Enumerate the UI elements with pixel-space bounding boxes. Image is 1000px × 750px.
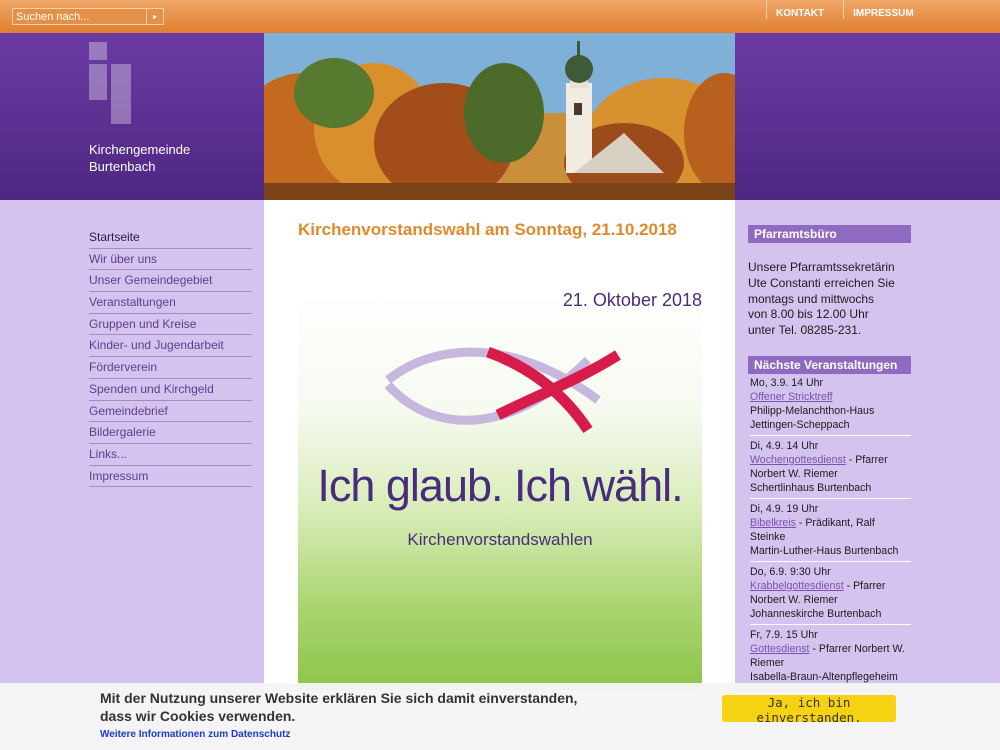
event-date: Di, 4.9. 14 Uhr — [750, 440, 819, 452]
event-link[interactable]: Bibelkreis — [750, 517, 796, 529]
event-title-line: Wochengottesdienst - Pfarrer Norbert W. … — [750, 453, 911, 481]
event-location: Johanneskirche Burtenbach — [750, 608, 882, 620]
event-date: Fr, 7.9. 15 Uhr — [750, 629, 818, 641]
poster-slogan: Ich glaub. Ich wähl. — [317, 460, 683, 511]
event-date: Do, 6.9. 9:30 Uhr — [750, 566, 831, 578]
event-item: Di, 4.9. 19 Uhr Bibelkreis - Prädikant, R… — [750, 502, 911, 562]
event-link[interactable]: Gottesdienst — [750, 643, 809, 655]
cookie-message: Mit der Nutzung unserer Website erklären… — [100, 689, 580, 725]
contact-link[interactable]: KONTAKT — [766, 0, 832, 19]
events-list: Mo, 3.9. 14 Uhr Offener Stricktreff Philip… — [750, 376, 911, 684]
church-logo-icon[interactable] — [89, 42, 131, 124]
nav-item[interactable]: Förderverein — [89, 357, 252, 379]
office-info-line: montags und mittwochs — [748, 291, 875, 306]
event-location: Isabella-Braun-Altenpflegeheim Jettingen — [750, 671, 898, 683]
nav-item[interactable]: Kinder- und Jugendarbeit — [89, 335, 252, 358]
header-banner-image — [264, 33, 735, 200]
cookie-message-line2: dass wir Cookies verwenden. — [100, 708, 296, 724]
header-right — [735, 33, 1000, 200]
office-info-line: Unsere Pfarramtssekretärin — [748, 260, 895, 274]
nav-item[interactable]: Gemeindebrief — [89, 401, 252, 423]
privacy-info-link[interactable]: Weitere Informationen zum Datenschutz — [100, 729, 290, 740]
event-link[interactable]: Offener Stricktreff — [750, 391, 833, 403]
nav-item[interactable]: Veranstaltungen — [89, 292, 252, 314]
event-item: Di, 4.9. 14 Uhr Wochengottesdienst - Pfar… — [750, 439, 911, 499]
event-title-line: Bibelkreis - Prädikant, Ralf Steinke — [750, 516, 911, 544]
search-input[interactable] — [13, 9, 147, 24]
event-link[interactable]: Krabbelgottesdienst — [750, 580, 844, 592]
search-box: ▸ — [12, 8, 164, 25]
poster-subtitle: Kirchenvorstandswahlen — [407, 530, 593, 549]
poster-date: 21. Oktober 2018 — [562, 290, 702, 310]
accept-cookies-button[interactable]: Ja, ich bin einverstanden. — [722, 695, 896, 725]
events-heading: Nächste Veranstaltungen — [748, 356, 911, 374]
article-title[interactable]: Kirchenvorstandswahl am Sonntag, 21.10.2… — [298, 220, 677, 240]
event-item: Fr, 7.9. 15 Uhr Gottesdienst - Pfarrer No… — [750, 628, 911, 684]
top-links: KONTAKT IMPRESSUM — [766, 0, 933, 26]
main-navigation: Startseite Wir über uns Unser Gemeindegebi… — [89, 227, 252, 488]
event-item: Do, 6.9. 9:30 Uhr Krabbelgottesdienst - P… — [750, 565, 911, 625]
office-info: Unsere Pfarramtssekretärin Ute Constanti … — [748, 260, 913, 339]
office-heading: Pfarramtsbüro — [748, 225, 911, 243]
nav-item[interactable]: Links... — [89, 444, 252, 466]
event-location: Martin-Luther-Haus Burtenbach — [750, 545, 899, 557]
cookie-message-line1: Mit der Nutzung unserer Website erklären… — [100, 690, 578, 706]
site-title-line2: Burtenbach — [89, 159, 156, 174]
nav-item[interactable]: Bildergalerie — [89, 422, 252, 444]
event-date: Di, 4.9. 19 Uhr — [750, 503, 819, 515]
event-title-line: Krabbelgottesdienst - Pfarrer Norbert W.… — [750, 579, 911, 607]
event-location: Schertlinhaus Burtenbach — [750, 482, 872, 494]
office-info-line: Ute Constanti erreichen Sie — [748, 275, 895, 290]
event-title-line: Offener Stricktreff — [750, 390, 911, 404]
church-autumn-illustration — [264, 33, 735, 200]
nav-item[interactable]: Gruppen und Kreise — [89, 314, 252, 336]
event-location: Philipp-Melanchthon-Haus Jettingen-Schep… — [750, 405, 875, 431]
office-info-line: von 8.00 bis 12.00 Uhr — [748, 307, 869, 322]
nav-item[interactable]: Spenden und Kirchgeld — [89, 379, 252, 401]
impressum-top-link[interactable]: IMPRESSUM — [843, 0, 922, 19]
nav-item[interactable]: Startseite — [89, 227, 252, 249]
top-bar: ▸ KONTAKT IMPRESSUM — [0, 0, 1000, 33]
site-title[interactable]: Kirchengemeinde Burtenbach — [89, 141, 190, 175]
nav-item[interactable]: Unser Gemeindegebiet — [89, 270, 252, 293]
election-poster-image: 21. Oktober 2018 Ich glaub. Ich wähl. Ki… — [298, 290, 702, 690]
office-info-line: unter Tel. 08285-231. — [748, 323, 862, 338]
event-item: Mo, 3.9. 14 Uhr Offener Stricktreff Philip… — [750, 376, 911, 436]
site-title-line1: Kirchengemeinde — [89, 142, 191, 157]
nav-item[interactable]: Wir über uns — [89, 249, 252, 271]
event-title-line: Gottesdienst - Pfarrer Norbert W. Riemer — [750, 642, 911, 670]
event-date: Mo, 3.9. 14 Uhr — [750, 377, 824, 389]
nav-item[interactable]: Impressum — [89, 466, 252, 488]
search-submit-icon[interactable]: ▸ — [146, 9, 163, 24]
event-link[interactable]: Wochengottesdienst — [750, 454, 846, 466]
fish-symbol-icon — [384, 346, 621, 434]
